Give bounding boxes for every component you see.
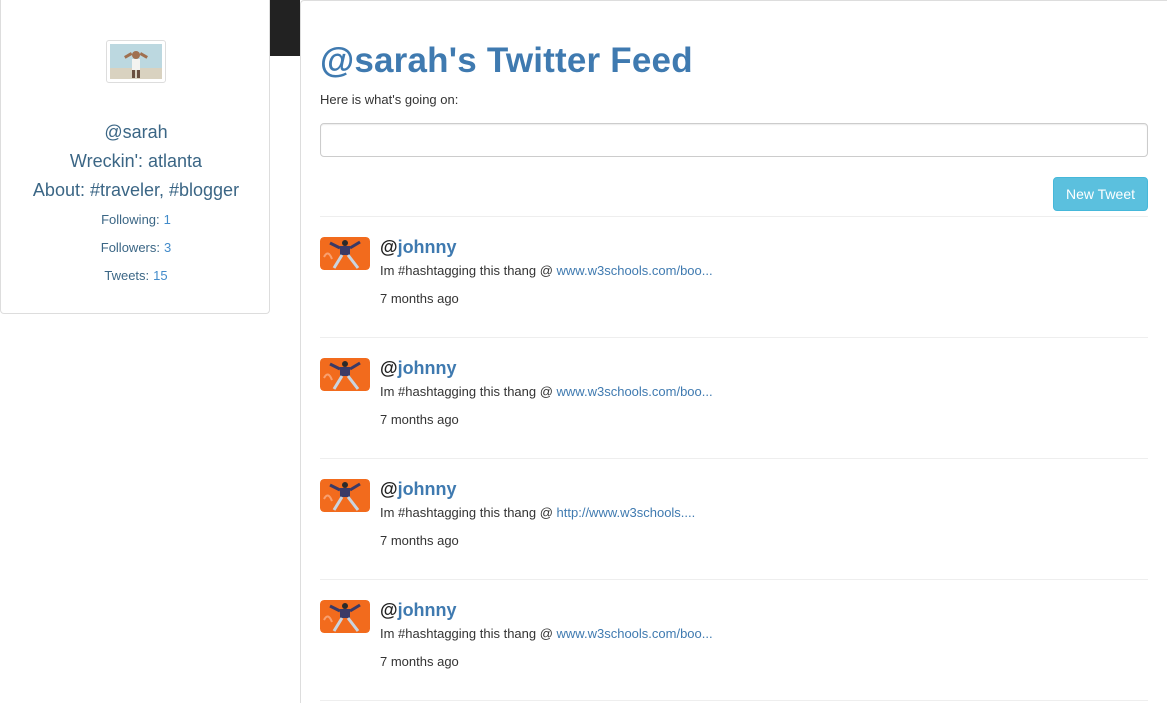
feed-subtitle: Here is what's going on: (320, 92, 459, 107)
stat-label: Tweets: (104, 268, 150, 283)
tweet-text: Im #hashtagging this thang @ http://www.… (380, 505, 695, 520)
at-sign: @ (380, 479, 398, 499)
divider (320, 216, 1148, 217)
tweet-text: Im #hashtagging this thang @ www.w3schoo… (380, 384, 713, 399)
tweet-body: Im #hashtagging this thang @ (380, 505, 557, 520)
username-link[interactable]: johnny (398, 237, 457, 257)
tweet-item: @johnny Im #hashtagging this thang @ htt… (320, 479, 1148, 599)
tweet-body: Im #hashtagging this thang @ (380, 263, 557, 278)
stat-following[interactable]: Following: 1 (1, 212, 271, 227)
username-link[interactable]: johnny (398, 479, 457, 499)
tweet-link[interactable]: www.w3schools.com/boo... (557, 626, 713, 641)
at-sign: @ (380, 600, 398, 620)
tweet-body: Im #hashtagging this thang @ (380, 384, 557, 399)
tweet-item: @johnny Im #hashtagging this thang @ www… (320, 600, 1148, 703)
tweet-avatar[interactable] (320, 600, 370, 633)
divider (320, 579, 1148, 580)
username-link[interactable]: johnny (398, 358, 457, 378)
tweet-link[interactable]: www.w3schools.com/boo... (557, 263, 713, 278)
tweet-username[interactable]: @johnny (380, 237, 457, 258)
divider (320, 700, 1148, 701)
tweet-username[interactable]: @johnny (380, 358, 457, 379)
stat-tweets[interactable]: Tweets: 15 (1, 268, 271, 283)
profile-location: Wreckin': atlanta (69, 151, 203, 171)
stat-value[interactable]: 15 (153, 268, 167, 283)
stat-value[interactable]: 3 (164, 240, 171, 255)
tweet-input[interactable] (320, 123, 1148, 157)
at-sign: @ (380, 358, 398, 378)
tweet-timestamp: 7 months ago (380, 291, 459, 306)
tweet-timestamp: 7 months ago (380, 412, 459, 427)
stat-label: Following: (101, 212, 160, 227)
tweet-text: Im #hashtagging this thang @ www.w3schoo… (380, 263, 713, 278)
tweet-link[interactable]: www.w3schools.com/boo... (557, 384, 713, 399)
tweet-avatar[interactable] (320, 237, 370, 270)
at-sign: @ (380, 237, 398, 257)
navbar (270, 0, 300, 56)
tweet-text: Im #hashtagging this thang @ www.w3schoo… (380, 626, 713, 641)
tweet-avatar[interactable] (320, 358, 370, 391)
username-link[interactable]: johnny (398, 600, 457, 620)
profile-card: @sarah Wreckin': atlanta About: #travele… (0, 0, 270, 314)
profile-avatar[interactable] (106, 40, 166, 83)
tweet-timestamp: 7 months ago (380, 654, 459, 669)
tweet-item: @johnny Im #hashtagging this thang @ www… (320, 358, 1148, 478)
tweet-body: Im #hashtagging this thang @ (380, 626, 557, 641)
profile-about: About: #traveler, #blogger (32, 180, 240, 200)
divider (320, 337, 1148, 338)
stat-label: Followers: (100, 240, 160, 255)
page-title: @sarah's Twitter Feed (320, 41, 693, 80)
stat-followers[interactable]: Followers: 3 (1, 240, 271, 255)
profile-handle[interactable]: @sarah (1, 122, 271, 143)
stat-value[interactable]: 1 (164, 212, 171, 227)
tweet-username[interactable]: @johnny (380, 479, 457, 500)
divider (320, 458, 1148, 459)
feed-panel: @sarah's Twitter Feed Here is what's goi… (300, 0, 1167, 703)
tweet-avatar[interactable] (320, 479, 370, 512)
tweet-timestamp: 7 months ago (380, 533, 459, 548)
tweet-link[interactable]: http://www.w3schools.... (557, 505, 696, 520)
profile-photo (110, 44, 162, 79)
page: @sarah Wreckin': atlanta About: #travele… (0, 0, 1167, 703)
new-tweet-button[interactable]: New Tweet (1053, 177, 1148, 211)
tweet-username[interactable]: @johnny (380, 600, 457, 621)
tweet-item: @johnny Im #hashtagging this thang @ www… (320, 237, 1148, 357)
